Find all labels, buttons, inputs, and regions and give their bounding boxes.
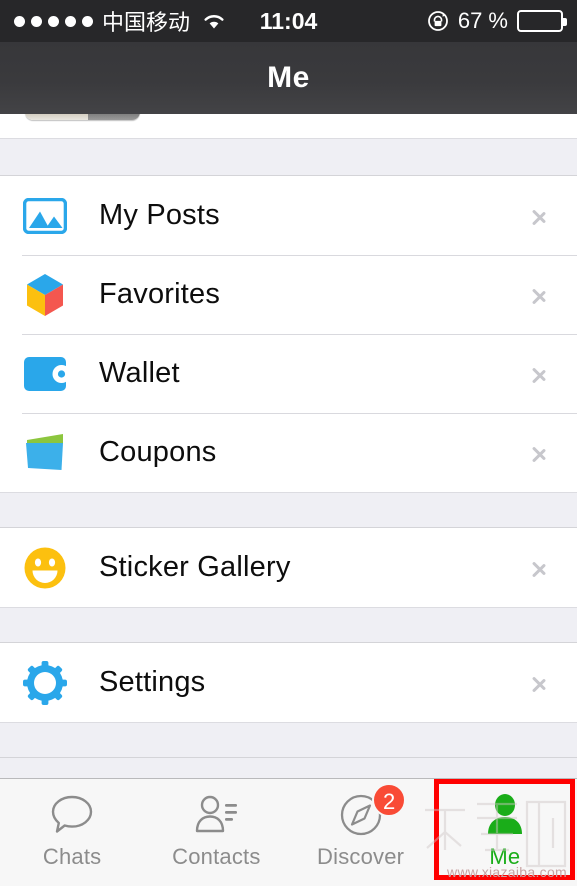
gear-icon xyxy=(22,660,68,706)
chevron-right-icon xyxy=(531,668,549,698)
avatar[interactable] xyxy=(25,114,140,120)
row-my-posts[interactable]: My Posts xyxy=(0,176,577,255)
battery-icon xyxy=(517,10,567,32)
profile-header-partial[interactable] xyxy=(0,114,577,138)
tab-label: Chats xyxy=(42,844,102,869)
tab-chats[interactable]: Chats xyxy=(0,779,144,886)
chevron-right-icon xyxy=(531,201,549,231)
settings-section: Settings xyxy=(0,643,577,722)
tab-label: Discover xyxy=(317,844,405,869)
tab-discover[interactable]: 2 Discover xyxy=(289,779,433,886)
row-coupons[interactable]: Coupons xyxy=(0,413,577,492)
status-bar: 中国移动 11:04 67 % xyxy=(0,0,577,42)
section-gap-bottom xyxy=(0,722,577,758)
cube-icon xyxy=(22,272,68,318)
chevron-right-icon xyxy=(531,438,549,468)
section-gap xyxy=(0,492,577,528)
section-gap xyxy=(0,607,577,643)
battery-percentage: 67 % xyxy=(457,8,508,33)
rotation-lock-icon xyxy=(427,10,449,32)
discover-badge: 2 xyxy=(372,783,407,817)
tab-contacts[interactable]: Contacts xyxy=(144,779,288,886)
person-icon xyxy=(481,791,529,839)
row-label: Settings xyxy=(99,666,206,698)
chevron-right-icon xyxy=(531,280,549,310)
row-wallet[interactable]: Wallet xyxy=(0,334,577,413)
sticker-section: Sticker Gallery xyxy=(0,528,577,607)
smiley-icon xyxy=(22,545,68,591)
row-label: Favorites xyxy=(99,278,221,310)
status-bar-right: 67 % xyxy=(427,8,567,34)
page-title: Me xyxy=(267,61,310,94)
photo-icon xyxy=(22,193,68,239)
watermark-url: www.xiazaiba.com xyxy=(447,864,567,880)
row-label: Coupons xyxy=(99,436,217,468)
wallet-icon xyxy=(22,351,68,397)
contacts-icon xyxy=(192,791,240,839)
tab-label: Contacts xyxy=(172,844,261,869)
row-sticker-gallery[interactable]: Sticker Gallery xyxy=(0,528,577,607)
speech-bubble-icon xyxy=(48,791,96,839)
media-section: My Posts Favorites Wallet Coupons xyxy=(0,176,577,492)
card-icon xyxy=(22,430,68,476)
chevron-right-icon xyxy=(531,553,549,583)
phone-screen: 中国移动 11:04 67 % Me My Posts Favorites Wa… xyxy=(0,0,577,886)
row-favorites[interactable]: Favorites xyxy=(0,255,577,334)
row-label: Wallet xyxy=(99,357,180,389)
row-settings[interactable]: Settings xyxy=(0,643,577,722)
row-label: Sticker Gallery xyxy=(99,551,291,583)
row-label: My Posts xyxy=(99,199,220,231)
scroll-content[interactable]: My Posts Favorites Wallet Coupons Sticke… xyxy=(0,114,577,758)
chevron-right-icon xyxy=(531,359,549,389)
navigation-bar: Me xyxy=(0,42,577,114)
section-gap xyxy=(0,138,577,176)
